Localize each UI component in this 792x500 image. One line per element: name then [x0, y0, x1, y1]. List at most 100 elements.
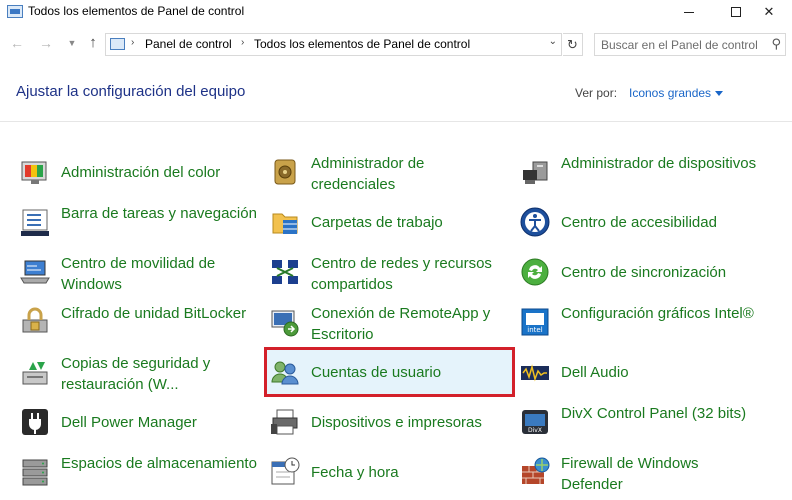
- view-by-dropdown[interactable]: Iconos grandes: [629, 86, 724, 100]
- item-label[interactable]: Fecha y hora: [311, 462, 511, 483]
- item-user-accounts[interactable]: Cuentas de usuario: [264, 347, 515, 397]
- accessibility-icon: [519, 206, 551, 238]
- item-label[interactable]: Cifrado de unidad BitLocker: [61, 303, 261, 324]
- mobility-center-icon: [19, 256, 51, 288]
- refresh-button[interactable]: ↻: [563, 33, 583, 56]
- credential-manager-icon: [269, 156, 301, 188]
- item-label[interactable]: Cuentas de usuario: [311, 362, 511, 383]
- divider: [0, 121, 792, 122]
- item-label[interactable]: Centro de redes y recursos compartidos: [311, 253, 511, 295]
- item-mobility-center[interactable]: Centro de movilidad de Windows: [17, 250, 262, 294]
- item-label[interactable]: Centro de accesibilidad: [561, 212, 761, 233]
- svg-text:intel: intel: [527, 326, 542, 334]
- item-date-time[interactable]: Fecha y hora: [267, 450, 512, 494]
- up-arrow-icon: ↑: [89, 34, 97, 51]
- item-label[interactable]: Administrador de dispositivos: [561, 153, 761, 174]
- item-work-folders[interactable]: Carpetas de trabajo: [267, 200, 512, 244]
- item-label[interactable]: Conexión de RemoteApp y Escritorio: [311, 303, 511, 345]
- control-panel-icon: [7, 5, 23, 18]
- recent-locations-button[interactable]: ▼: [62, 33, 82, 53]
- breadcrumb-control-panel[interactable]: Panel de control: [145, 37, 232, 51]
- item-label[interactable]: Centro de movilidad de Windows: [61, 253, 261, 295]
- item-divx[interactable]: DivX DivX Control Panel (32 bits): [517, 400, 762, 444]
- item-backup-restore[interactable]: Copias de seguridad y restauración (W...: [17, 350, 262, 394]
- item-label[interactable]: DivX Control Panel (32 bits): [561, 403, 761, 424]
- item-device-manager[interactable]: Administrador de dispositivos: [517, 150, 762, 194]
- chevron-down-icon: ▼: [67, 38, 77, 48]
- item-label[interactable]: Dell Audio: [561, 362, 761, 383]
- dell-audio-icon: [519, 356, 551, 388]
- work-folders-icon: [269, 206, 301, 238]
- remoteapp-icon: [269, 306, 301, 338]
- item-color-management[interactable]: Administración del color: [17, 150, 262, 194]
- item-remoteapp[interactable]: Conexión de RemoteApp y Escritorio: [267, 300, 512, 344]
- breadcrumb-separator-icon[interactable]: ›: [131, 37, 134, 48]
- user-accounts-icon: [269, 356, 301, 388]
- forward-arrow-icon: →: [39, 35, 53, 51]
- item-label[interactable]: Espacios de almacenamiento: [61, 453, 261, 474]
- item-taskbar[interactable]: Barra de tareas y navegación: [17, 200, 262, 244]
- storage-spaces-icon: [19, 456, 51, 488]
- minimize-icon: [684, 11, 694, 13]
- page-title: Ajustar la configuración del equipo: [16, 83, 246, 100]
- window-title: Todos los elementos de Panel de control: [28, 4, 245, 18]
- up-button[interactable]: ↑: [83, 33, 103, 53]
- divx-icon: DivX: [519, 406, 551, 438]
- title-bar: Todos los elementos de Panel de control …: [0, 0, 792, 24]
- devices-printers-icon: [269, 406, 301, 438]
- item-network-center[interactable]: Centro de redes y recursos compartidos: [267, 250, 512, 294]
- forward-button[interactable]: →: [36, 33, 56, 53]
- breadcrumb-separator-icon[interactable]: ›: [241, 37, 244, 48]
- item-sync-center[interactable]: Centro de sincronización: [517, 250, 762, 294]
- address-dropdown-icon[interactable]: ⌄: [549, 36, 557, 47]
- chevron-down-icon: [715, 91, 724, 97]
- item-label[interactable]: Administración del color: [61, 162, 261, 183]
- network-center-icon: [269, 256, 301, 288]
- search-box[interactable]: ⚲: [594, 33, 786, 56]
- item-label[interactable]: Dispositivos e impresoras: [311, 412, 511, 433]
- view-by-value: Iconos grandes: [629, 86, 712, 100]
- item-bitlocker[interactable]: Cifrado de unidad BitLocker: [17, 300, 262, 344]
- close-button[interactable]: ✕: [746, 0, 792, 24]
- close-icon: ✕: [763, 4, 775, 19]
- minimize-button[interactable]: [666, 0, 712, 24]
- item-dell-audio[interactable]: Dell Audio: [517, 350, 762, 394]
- back-arrow-icon: ←: [10, 35, 24, 51]
- color-management-icon: [19, 156, 51, 188]
- item-label[interactable]: Administrador de credenciales: [311, 153, 511, 195]
- search-input[interactable]: [601, 37, 761, 53]
- item-label[interactable]: Carpetas de trabajo: [311, 212, 511, 233]
- bitlocker-icon: [19, 306, 51, 338]
- intel-graphics-icon: intel: [519, 306, 551, 338]
- search-icon[interactable]: ⚲: [771, 36, 781, 52]
- item-credential-manager[interactable]: Administrador de credenciales: [267, 150, 512, 194]
- maximize-icon: [731, 7, 741, 17]
- item-label[interactable]: Dell Power Manager: [61, 412, 261, 433]
- item-devices-printers[interactable]: Dispositivos e impresoras: [267, 400, 512, 444]
- sync-center-icon: [519, 256, 551, 288]
- item-firewall[interactable]: Firewall de Windows Defender: [517, 450, 762, 494]
- control-panel-icon: [110, 38, 125, 50]
- back-button[interactable]: ←: [7, 33, 27, 53]
- backup-restore-icon: [19, 356, 51, 388]
- address-bar[interactable]: › Panel de control › Todos los elementos…: [105, 33, 562, 56]
- navigation-bar: ← → ▼ ↑ › Panel de control › Todos los e…: [0, 28, 792, 58]
- item-label[interactable]: Centro de sincronización: [561, 262, 761, 283]
- item-intel-graphics[interactable]: intel Configuración gráficos Intel®: [517, 300, 762, 344]
- item-storage-spaces[interactable]: Espacios de almacenamiento: [17, 450, 262, 494]
- breadcrumb-all-items[interactable]: Todos los elementos de Panel de control: [254, 37, 470, 51]
- svg-text:DivX: DivX: [528, 427, 542, 434]
- firewall-icon: [519, 456, 551, 488]
- view-by-label: Ver por:: [575, 86, 618, 100]
- item-label[interactable]: Barra de tareas y navegación: [61, 203, 261, 224]
- item-label[interactable]: Copias de seguridad y restauración (W...: [61, 353, 261, 395]
- date-time-icon: [269, 456, 301, 488]
- device-manager-icon: [519, 156, 551, 188]
- item-label[interactable]: Firewall de Windows Defender: [561, 453, 761, 495]
- taskbar-icon: [19, 206, 51, 238]
- item-label[interactable]: Configuración gráficos Intel®: [561, 303, 761, 324]
- item-accessibility[interactable]: Centro de accesibilidad: [517, 200, 762, 244]
- item-dell-power[interactable]: Dell Power Manager: [17, 400, 262, 444]
- refresh-icon: ↻: [567, 37, 578, 52]
- dell-power-icon: [19, 406, 51, 438]
